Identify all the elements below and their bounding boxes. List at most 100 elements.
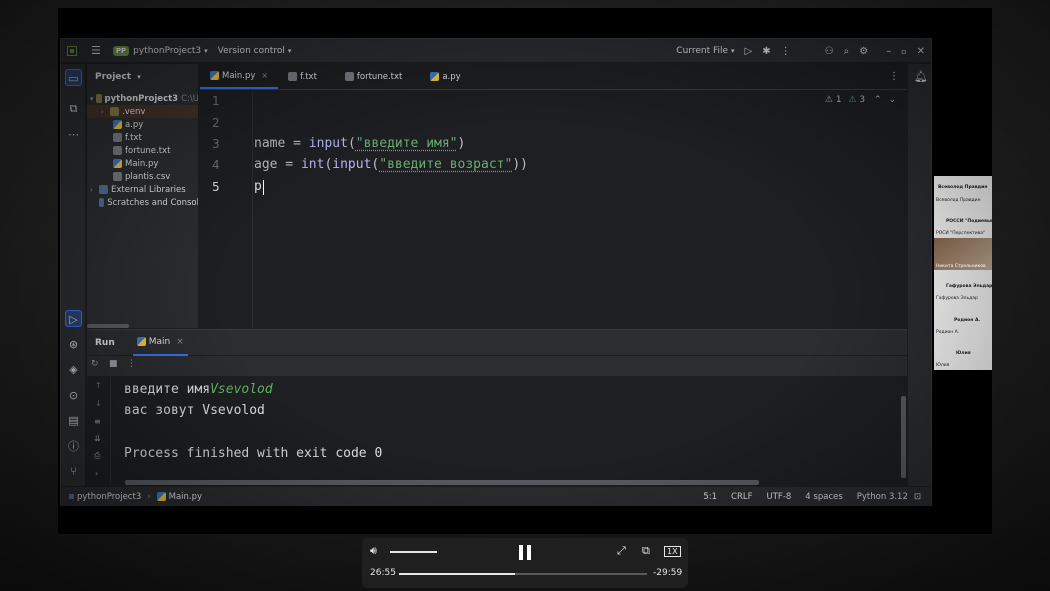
settings-icon[interactable]: ⚙ bbox=[859, 46, 868, 57]
tree-item-plantis-csv[interactable]: plantis.csv bbox=[87, 170, 198, 183]
editor-tabs: Main.py × f.txt fortune.txt a.py ⋮ bbox=[200, 64, 907, 90]
tree-item-project-root[interactable]: ▾ pythonProject3 C:\U bbox=[87, 92, 198, 105]
console-vertical-scrollbar[interactable] bbox=[901, 396, 906, 478]
tree-item-label: f.txt bbox=[125, 132, 142, 143]
remaining-time: -29:59 bbox=[653, 568, 683, 578]
picture-in-picture-icon[interactable]: ⧉ bbox=[642, 544, 650, 558]
tab-f-txt[interactable]: f.txt bbox=[278, 64, 327, 89]
run-tab-main[interactable]: Main × bbox=[132, 330, 188, 356]
close-tab-icon[interactable]: × bbox=[261, 71, 268, 80]
terminal-icon[interactable]: ▤ bbox=[65, 412, 82, 429]
notifications-icon[interactable]: 🔔︎ bbox=[914, 70, 928, 83]
add-user-icon[interactable]: ⚇ bbox=[825, 46, 834, 57]
project-panel: Project ▾ ▾ pythonProject3 C:\U › .venv … bbox=[87, 64, 199, 328]
stop-icon[interactable]: ■ bbox=[109, 359, 118, 369]
participants-panel: Всеволод Правдин Всеволод Правдин РОССИ … bbox=[934, 176, 1003, 370]
warning-icon: ⚠ bbox=[824, 95, 833, 105]
breadcrumb-project[interactable]: pythonProject3 bbox=[77, 492, 141, 502]
tree-item-label: a.py bbox=[125, 119, 144, 130]
line-number-gutter: 1 2 3 4 5 bbox=[200, 91, 253, 328]
close-tab-icon[interactable]: × bbox=[176, 337, 184, 347]
python-packages-icon[interactable]: ⊛ bbox=[65, 336, 82, 353]
tree-item-fortune-txt[interactable]: fortune.txt bbox=[87, 144, 198, 157]
more-tools-icon[interactable]: ⋯ bbox=[65, 126, 82, 143]
volume-slider[interactable] bbox=[390, 551, 437, 553]
text-file-icon bbox=[288, 72, 298, 81]
tree-item-a-py[interactable]: a.py bbox=[87, 118, 198, 131]
project-tool-icon[interactable]: ▭ bbox=[65, 69, 82, 86]
minimize-icon[interactable]: – bbox=[886, 46, 891, 57]
playback-speed-button[interactable]: 1X bbox=[664, 546, 681, 557]
project-panel-scrollbar[interactable] bbox=[87, 324, 129, 328]
main-menu-icon[interactable] bbox=[67, 45, 77, 56]
more-icon[interactable]: ⋮ bbox=[781, 46, 791, 57]
tree-item-external-libraries[interactable]: › External Libraries bbox=[87, 183, 198, 196]
file-encoding[interactable]: UTF-8 bbox=[767, 492, 792, 502]
tree-item-scratches[interactable]: Scratches and Consol bbox=[87, 196, 198, 209]
close-icon[interactable]: ✕ bbox=[917, 46, 925, 57]
run-config-selector[interactable]: Current File ▾ bbox=[676, 46, 734, 56]
project-panel-header[interactable]: Project ▾ bbox=[95, 72, 141, 82]
run-console[interactable]: введите имяVsevolod вас зовут Vsevolod P… bbox=[112, 377, 907, 485]
restore-icon[interactable]: ▫ bbox=[901, 47, 906, 56]
participant-name: Никита Стрельников bbox=[936, 264, 986, 269]
hamburger-menu-icon[interactable]: ☰ bbox=[91, 44, 101, 57]
rerun-icon[interactable]: ↻ bbox=[91, 359, 99, 369]
code-line-3: name = input("введите имя") bbox=[254, 136, 466, 151]
tab-main-py[interactable]: Main.py × bbox=[200, 64, 279, 89]
caret-position[interactable]: 5:1 bbox=[703, 492, 717, 502]
pause-button[interactable] bbox=[518, 545, 532, 560]
project-panel-title: Project bbox=[95, 72, 132, 82]
run-icon[interactable]: ▷ bbox=[745, 46, 753, 57]
chevron-down-icon[interactable]: ▾ bbox=[90, 95, 96, 103]
chevron-up-icon[interactable]: ⌃ bbox=[874, 95, 882, 105]
soft-wrap-icon[interactable]: ≡ bbox=[94, 417, 101, 426]
chevron-right-icon[interactable]: › bbox=[95, 469, 98, 478]
tab-fortune-txt[interactable]: fortune.txt bbox=[327, 64, 412, 89]
console-line-1: введите имяVsevolod bbox=[124, 382, 273, 397]
version-control-menu[interactable]: Version control ▾ bbox=[218, 46, 292, 56]
volume-icon[interactable]: 🔊︎ bbox=[370, 544, 377, 558]
title-bar: ☰ PP pythonProject3 ▾ Version control ▾ … bbox=[61, 39, 931, 63]
tabs-more-icon[interactable]: ⋮ bbox=[889, 71, 899, 82]
python-interpreter[interactable]: Python 3.12 bbox=[857, 492, 908, 502]
tree-item-main-py[interactable]: Main.py bbox=[87, 157, 198, 170]
scroll-to-end-icon[interactable]: ⇊ bbox=[94, 434, 101, 443]
chevron-down-icon: ▾ bbox=[137, 73, 141, 81]
project-badge: PP bbox=[112, 45, 130, 56]
run-toolbar: ↻ ■ ⋮ bbox=[87, 356, 907, 376]
debug-icon[interactable]: ✱ bbox=[762, 46, 770, 57]
fullscreen-icon[interactable]: ⤢ bbox=[617, 544, 626, 558]
tree-item-label: .venv bbox=[122, 106, 146, 117]
search-icon[interactable]: ⌕ bbox=[844, 46, 850, 57]
more-icon[interactable]: ⋮ bbox=[127, 359, 136, 369]
breadcrumb: pythonProject3 › Main.py bbox=[69, 492, 202, 502]
indent-setting[interactable]: 4 spaces bbox=[805, 492, 842, 502]
inspection-widget[interactable]: ⚠ 1 ⚠ 3 ⌃ ⌄ bbox=[825, 95, 896, 105]
weak-warning-count: 3 bbox=[859, 95, 866, 105]
breadcrumb-file[interactable]: Main.py bbox=[169, 492, 202, 502]
chevron-down-icon: ▾ bbox=[287, 46, 292, 55]
arrow-up-icon[interactable]: ↑ bbox=[95, 381, 102, 390]
chevron-right-icon[interactable]: › bbox=[101, 108, 110, 116]
chevron-right-icon[interactable]: › bbox=[90, 186, 99, 194]
run-tool-icon[interactable]: ▷ bbox=[65, 310, 82, 327]
code-editor[interactable]: ⚠ 1 ⚠ 3 ⌃ ⌄ name = input("введите имя") … bbox=[254, 91, 906, 328]
tab-a-py[interactable]: a.py bbox=[412, 64, 470, 89]
services-icon[interactable]: ⊙ bbox=[65, 387, 82, 404]
participant-name: Родион А. bbox=[936, 330, 960, 335]
arrow-down-icon[interactable]: ↓ bbox=[95, 399, 102, 408]
lock-icon[interactable]: ⊡ bbox=[914, 492, 921, 502]
tree-item-f-txt[interactable]: f.txt bbox=[87, 131, 198, 144]
print-icon[interactable]: ⎙ bbox=[94, 451, 100, 461]
layers-icon[interactable]: ◈ bbox=[65, 361, 82, 378]
line-number: 4 bbox=[212, 158, 220, 172]
structure-tool-icon[interactable]: ⧉ bbox=[65, 100, 82, 117]
project-selector[interactable]: PP pythonProject3 ▾ bbox=[112, 45, 208, 56]
line-separator[interactable]: CRLF bbox=[731, 492, 752, 502]
tree-item-venv[interactable]: › .venv bbox=[87, 105, 198, 118]
chevron-down-icon[interactable]: ⌄ bbox=[888, 95, 896, 105]
git-icon[interactable]: ⑂ bbox=[65, 463, 82, 480]
console-horizontal-scrollbar[interactable] bbox=[125, 480, 759, 485]
problems-icon[interactable]: ⓘ bbox=[65, 438, 82, 455]
